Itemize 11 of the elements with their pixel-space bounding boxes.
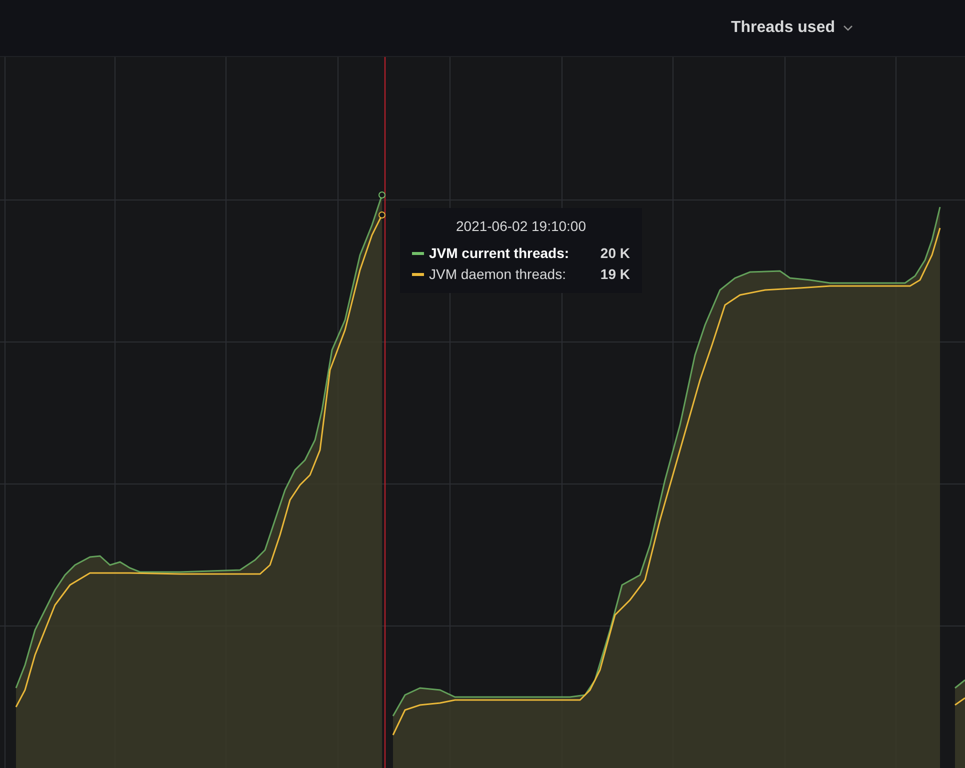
point-marker bbox=[378, 212, 386, 218]
series-value: 20 K bbox=[600, 244, 630, 263]
panel-title[interactable]: Threads used bbox=[730, 16, 835, 40]
series-line bbox=[954, 679, 965, 689]
tooltip-time: 2021-06-02 19:10:00 bbox=[455, 217, 587, 236]
point-marker bbox=[378, 192, 386, 198]
series-value: 19 K bbox=[600, 265, 630, 284]
caret-icon[interactable] bbox=[843, 25, 853, 31]
series-name: JVM current threads: bbox=[429, 244, 570, 263]
series-name: JVM daemon threads: bbox=[429, 265, 566, 284]
series-line bbox=[954, 697, 965, 706]
